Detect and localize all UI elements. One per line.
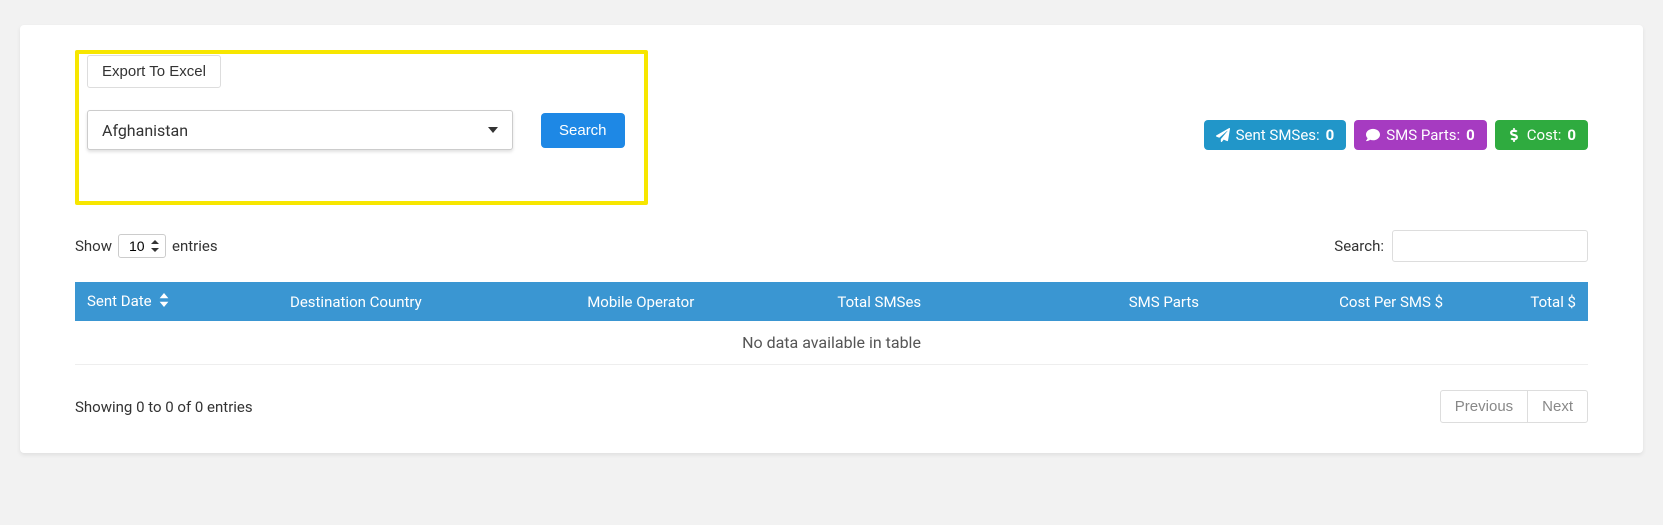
table-footer: Showing 0 to 0 of 0 entries Previous Nex… [75,390,1588,423]
country-select-value: Afghanistan [102,121,188,140]
country-select[interactable]: Afghanistan [87,110,513,150]
sent-smses-label: Sent SMSes: [1236,126,1320,144]
search-input[interactable] [1392,230,1588,262]
data-table: Sent Date Destination Country Mobile Ope… [75,282,1588,365]
show-label-suffix: entries [172,237,218,255]
table-empty-row: No data available in table [75,321,1588,365]
search-button[interactable]: Search [541,113,625,148]
th-cost-per-sms[interactable]: Cost Per SMS $ [1211,282,1455,321]
comment-icon [1366,128,1380,142]
table-controls: Show 10 entries Search: [75,230,1588,262]
sort-icon [159,293,169,311]
cost-value: 0 [1567,126,1576,144]
stats-badges: Sent SMSes: 0 SMS Parts: 0 Cost: 0 [1204,50,1588,150]
cost-badge: Cost: 0 [1495,120,1588,150]
search-label: Search: [1334,237,1384,255]
paper-plane-icon [1216,128,1230,142]
next-button[interactable]: Next [1527,390,1588,423]
th-sent-date-label: Sent Date [87,292,152,310]
show-entries: Show 10 entries [75,234,218,258]
cost-label: Cost: [1527,126,1562,144]
th-total-smses[interactable]: Total SMSes [825,282,1031,321]
country-search-row: Afghanistan Search [87,110,625,150]
page-length-select[interactable]: 10 [118,234,166,258]
th-mobile-operator[interactable]: Mobile Operator [575,282,825,321]
sent-smses-value: 0 [1326,126,1335,144]
left-controls: Export To Excel Afghanistan Search [75,50,625,150]
th-destination-country[interactable]: Destination Country [278,282,575,321]
search-group: Search: [1334,230,1588,262]
sms-parts-badge: SMS Parts: 0 [1354,120,1487,150]
sms-parts-label: SMS Parts: [1386,126,1460,144]
dollar-icon [1507,128,1521,142]
table-empty-text: No data available in table [75,321,1588,365]
show-label-prefix: Show [75,237,112,255]
export-to-excel-button[interactable]: Export To Excel [87,55,221,88]
top-row: Export To Excel Afghanistan Search Sent … [75,50,1588,150]
table-info-text: Showing 0 to 0 of 0 entries [75,398,253,416]
th-sms-parts[interactable]: SMS Parts [1031,282,1211,321]
caret-down-icon [488,127,498,133]
sms-parts-value: 0 [1466,126,1475,144]
th-sent-date[interactable]: Sent Date [75,282,278,321]
pagination: Previous Next [1440,390,1588,423]
sent-smses-badge: Sent SMSes: 0 [1204,120,1347,150]
th-total[interactable]: Total $ [1455,282,1588,321]
main-card: Export To Excel Afghanistan Search Sent … [20,25,1643,453]
previous-button[interactable]: Previous [1440,390,1528,423]
